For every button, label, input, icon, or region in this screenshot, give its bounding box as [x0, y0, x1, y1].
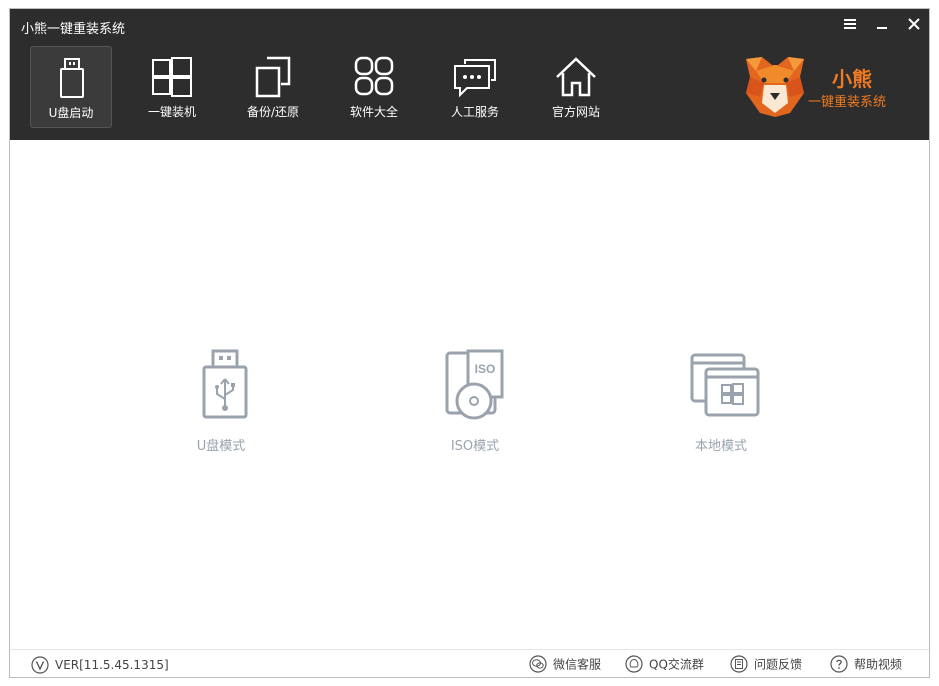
- nav-item-one-click-install[interactable]: 一键装机: [131, 46, 213, 128]
- nav-label: 备份/还原: [246, 105, 300, 119]
- mode-iso[interactable]: ISO ISO模式: [410, 349, 540, 459]
- home-icon: [556, 57, 596, 97]
- local-windows-icon: [690, 353, 760, 417]
- mode-local[interactable]: 本地模式: [656, 349, 786, 459]
- mode-label: U盘模式: [196, 439, 246, 454]
- nav-item-website[interactable]: 官方网站: [535, 46, 617, 128]
- version-text: VER[11.5.45.1315]: [55, 658, 169, 672]
- nav-item-usb-boot[interactable]: U盘启动: [30, 46, 112, 128]
- nav-item-support[interactable]: 人工服务: [434, 46, 516, 128]
- nav-label: U盘启动: [48, 106, 94, 120]
- usb-drive-icon: [60, 58, 84, 98]
- wechat-support-label: 微信客服: [553, 657, 602, 672]
- nav-item-backup-restore[interactable]: 备份/还原: [232, 46, 314, 128]
- brand-logo: 小熊 一键重装系统: [742, 53, 912, 123]
- feedback-label: 问题反馈: [754, 657, 803, 672]
- qq-group-label: QQ交流群: [649, 657, 704, 672]
- feedback-icon: [730, 655, 748, 673]
- iso-icon-text: ISO: [475, 362, 496, 376]
- mode-label: 本地模式: [694, 439, 747, 454]
- version-info: VER[11.5.45.1315]: [31, 656, 169, 676]
- minimize-button[interactable]: [873, 17, 891, 35]
- feedback-link[interactable]: 问题反馈: [730, 655, 802, 675]
- menu-button[interactable]: [841, 17, 859, 35]
- nav-label: 软件大全: [349, 105, 398, 119]
- version-v-icon: [31, 656, 49, 674]
- close-icon: [908, 18, 920, 30]
- mode-label: ISO模式: [450, 439, 500, 454]
- nav-label: 人工服务: [450, 105, 499, 119]
- close-button[interactable]: [905, 17, 923, 35]
- brand-slogan: 一键重装系统: [808, 95, 887, 110]
- nav-label: 官方网站: [551, 105, 600, 119]
- wechat-icon: [529, 655, 547, 673]
- windows-icon: [152, 57, 192, 97]
- app-window: 小熊一键重装系统 U盘启动 一键装机 备份/还原 软件大全 人工服务 官方网站 …: [9, 8, 930, 678]
- wechat-support-link[interactable]: 微信客服: [529, 655, 601, 675]
- backup-icon: [255, 56, 291, 98]
- status-bar: VER[11.5.45.1315] 微信客服 QQ交流群 问题反馈 帮助视频: [10, 649, 929, 677]
- qq-group-link[interactable]: QQ交流群: [625, 655, 704, 675]
- chat-bubbles-icon: [454, 59, 496, 98]
- help-icon: [830, 655, 848, 673]
- qq-icon: [625, 655, 643, 673]
- header-bar: 小熊一键重装系统 U盘启动 一键装机 备份/还原 软件大全 人工服务 官方网站 …: [10, 9, 929, 140]
- apps-grid-icon: [354, 56, 394, 96]
- nav-item-software[interactable]: 软件大全: [333, 46, 415, 128]
- iso-disc-icon: ISO: [445, 349, 504, 420]
- help-video-link[interactable]: 帮助视频: [830, 655, 902, 675]
- usb-drive-icon: [202, 349, 248, 419]
- brand-name: 小熊: [832, 67, 872, 91]
- app-title: 小熊一键重装系统: [21, 22, 126, 37]
- mode-usb[interactable]: U盘模式: [156, 349, 286, 459]
- bear-logo-icon: [746, 57, 804, 117]
- help-video-label: 帮助视频: [854, 657, 903, 672]
- nav-label: 一键装机: [147, 105, 196, 119]
- minimize-icon: [877, 27, 887, 29]
- menu-icon: [844, 19, 856, 29]
